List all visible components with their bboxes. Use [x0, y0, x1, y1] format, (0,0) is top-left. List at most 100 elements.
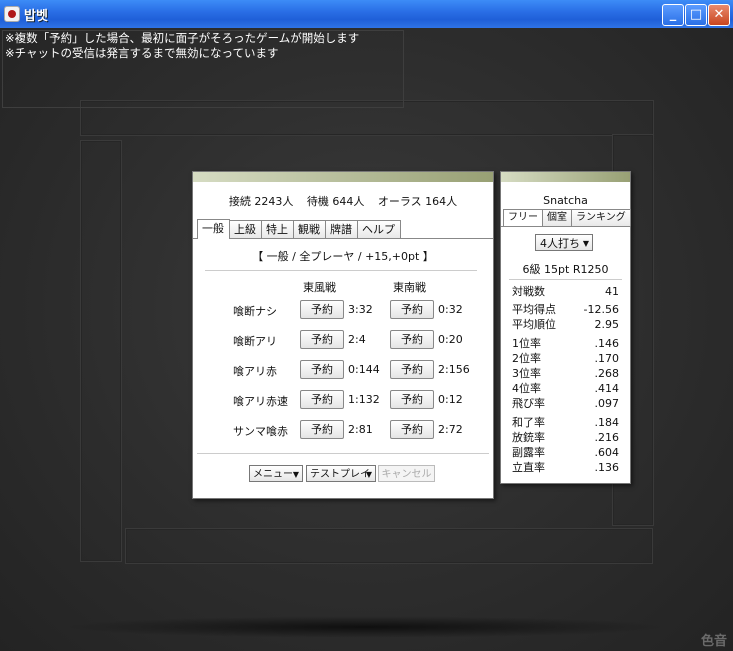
stat-label: 平均順位 — [512, 318, 556, 331]
east-count: 3:32 — [348, 303, 373, 316]
panel-header-bar — [501, 172, 630, 182]
reserve-east-button[interactable]: 予約 — [300, 360, 344, 379]
minimize-button[interactable]: _ — [662, 4, 684, 26]
south-count: 0:12 — [438, 393, 463, 406]
window-titlebar[interactable]: 밥벳 _ □ ✕ — [0, 0, 733, 29]
tab-expert[interactable]: 特上 — [261, 220, 294, 238]
all-last-count: オーラス 164人 — [377, 195, 458, 208]
stat-row: 平均得点 -12.56 — [512, 302, 619, 317]
profile-tabs: フリー 個室 ランキング — [503, 209, 631, 226]
chat-line: ※複数「予約」した場合、最初に面子がそろったゲームが開始します — [5, 31, 360, 45]
stat-label: 1位率 — [512, 337, 541, 350]
testplay-dropdown-label: テストプレイ — [310, 469, 370, 480]
stat-label: 2位率 — [512, 352, 541, 365]
online-count: 接続 2243人 — [228, 195, 294, 208]
row-label: 喰アリ赤速 — [233, 395, 288, 408]
stat-value: .604 — [594, 446, 620, 459]
south-count: 0:20 — [438, 333, 463, 346]
divider — [197, 453, 489, 454]
tab-ranking[interactable]: ランキング — [571, 209, 631, 226]
row-label: サンマ喰赤 — [233, 425, 288, 438]
app-icon — [4, 6, 20, 22]
stat-row: 3位率 .268 — [512, 366, 619, 381]
testplay-dropdown[interactable]: テストプレイ ▼ — [306, 465, 376, 482]
south-count: 0:32 — [438, 303, 463, 316]
profile-panel: Snatcha フリー 個室 ランキング 4人打ち ▼ 6級 15pt R125… — [500, 171, 631, 484]
column-south: 東南戦 — [393, 281, 426, 294]
reserve-south-button[interactable]: 予約 — [390, 300, 434, 319]
stat-label: 飛び率 — [512, 397, 545, 410]
stat-row: 1位率 .146 — [512, 336, 619, 351]
chevron-down-icon: ▼ — [582, 239, 589, 248]
stat-row: 2位率 .170 — [512, 351, 619, 366]
south-count: 2:156 — [438, 363, 470, 376]
reserve-east-button[interactable]: 予約 — [300, 330, 344, 349]
stat-value: .136 — [594, 461, 620, 474]
reserve-south-button[interactable]: 予約 — [390, 330, 434, 349]
divider — [205, 270, 477, 271]
stat-value: .184 — [594, 416, 620, 429]
window-title: 밥벳 — [24, 9, 48, 24]
tab-general[interactable]: 一般 — [197, 219, 230, 239]
reserve-east-button[interactable]: 予約 — [300, 420, 344, 439]
stat-value: .170 — [594, 352, 620, 365]
stat-label: 4位率 — [512, 382, 541, 395]
panel-header-bar — [193, 172, 493, 182]
stat-row: 対戦数 41 — [512, 284, 619, 299]
maximize-button[interactable]: □ — [685, 4, 707, 26]
chevron-down-icon: ▼ — [365, 470, 372, 479]
stat-value: .097 — [594, 397, 620, 410]
reserve-east-button[interactable]: 予約 — [300, 390, 344, 409]
stat-row: 飛び率 .097 — [512, 396, 619, 411]
divider — [509, 279, 622, 280]
lobby-stats: 接続 2243人 待機 644人 オーラス 164人 — [193, 193, 493, 209]
chevron-down-icon: ▼ — [292, 470, 299, 479]
east-count: 0:144 — [348, 363, 380, 376]
cancel-button[interactable]: キャンセル — [378, 465, 435, 482]
table-shadow — [60, 616, 670, 638]
stat-row: 副露率 .604 — [512, 445, 619, 460]
east-count: 2:4 — [348, 333, 366, 346]
stat-label: 3位率 — [512, 367, 541, 380]
tab-private-room[interactable]: 個室 — [542, 209, 572, 226]
stat-row: 4位率 .414 — [512, 381, 619, 396]
waiting-count: 待機 644人 — [306, 195, 365, 208]
game-area: ※複数「予約」した場合、最初に面子がそろったゲームが開始します ※チャットの受信… — [0, 28, 733, 651]
tabs-divider — [193, 238, 493, 239]
tab-free[interactable]: フリー — [503, 209, 543, 226]
reserve-east-button[interactable]: 予約 — [300, 300, 344, 319]
east-count: 1:132 — [348, 393, 380, 406]
reserve-south-button[interactable]: 予約 — [390, 360, 434, 379]
player-rank: 6級 15pt R1250 — [522, 263, 609, 276]
stat-value: .146 — [594, 337, 620, 350]
chat-box[interactable]: ※複数「予約」した場合、最初に面子がそろったゲームが開始します ※チャットの受信… — [2, 30, 404, 108]
south-count: 2:72 — [438, 423, 463, 436]
tab-spectate[interactable]: 観戦 — [293, 220, 326, 238]
stat-value: 41 — [605, 285, 619, 298]
menu-dropdown-label: メニュー — [253, 469, 293, 480]
stat-label: 立直率 — [512, 461, 545, 474]
watermark-logo: 色音 — [700, 634, 727, 649]
stat-value: .268 — [594, 367, 620, 380]
reserve-south-button[interactable]: 予約 — [390, 390, 434, 409]
player-name: Snatcha — [543, 194, 588, 207]
close-button[interactable]: ✕ — [708, 4, 730, 26]
mode-select-value: 4人打ち — [540, 237, 580, 250]
stat-label: 平均得点 — [512, 303, 556, 316]
row-label: 喰断アリ — [233, 335, 277, 348]
table-frame-bottom — [125, 528, 653, 564]
chat-line: ※チャットの受信は発言するまで無効になっています — [5, 46, 279, 60]
tab-replay[interactable]: 牌譜 — [325, 220, 358, 238]
table-frame-left — [80, 140, 122, 562]
tab-help[interactable]: ヘルプ — [357, 220, 401, 238]
mode-select[interactable]: 4人打ち ▼ — [535, 234, 593, 251]
column-east: 東風戦 — [303, 281, 336, 294]
reserve-south-button[interactable]: 予約 — [390, 420, 434, 439]
lobby-panel: 接続 2243人 待機 644人 オーラス 164人 一般 上級 特上 観戦 牌… — [192, 171, 494, 499]
stat-label: 副露率 — [512, 446, 545, 459]
stat-value: -12.56 — [583, 303, 619, 316]
tab-advanced[interactable]: 上級 — [229, 220, 262, 238]
menu-dropdown[interactable]: メニュー ▼ — [249, 465, 303, 482]
row-label: 喰断ナシ — [233, 305, 277, 318]
row-label: 喰アリ赤 — [233, 365, 277, 378]
